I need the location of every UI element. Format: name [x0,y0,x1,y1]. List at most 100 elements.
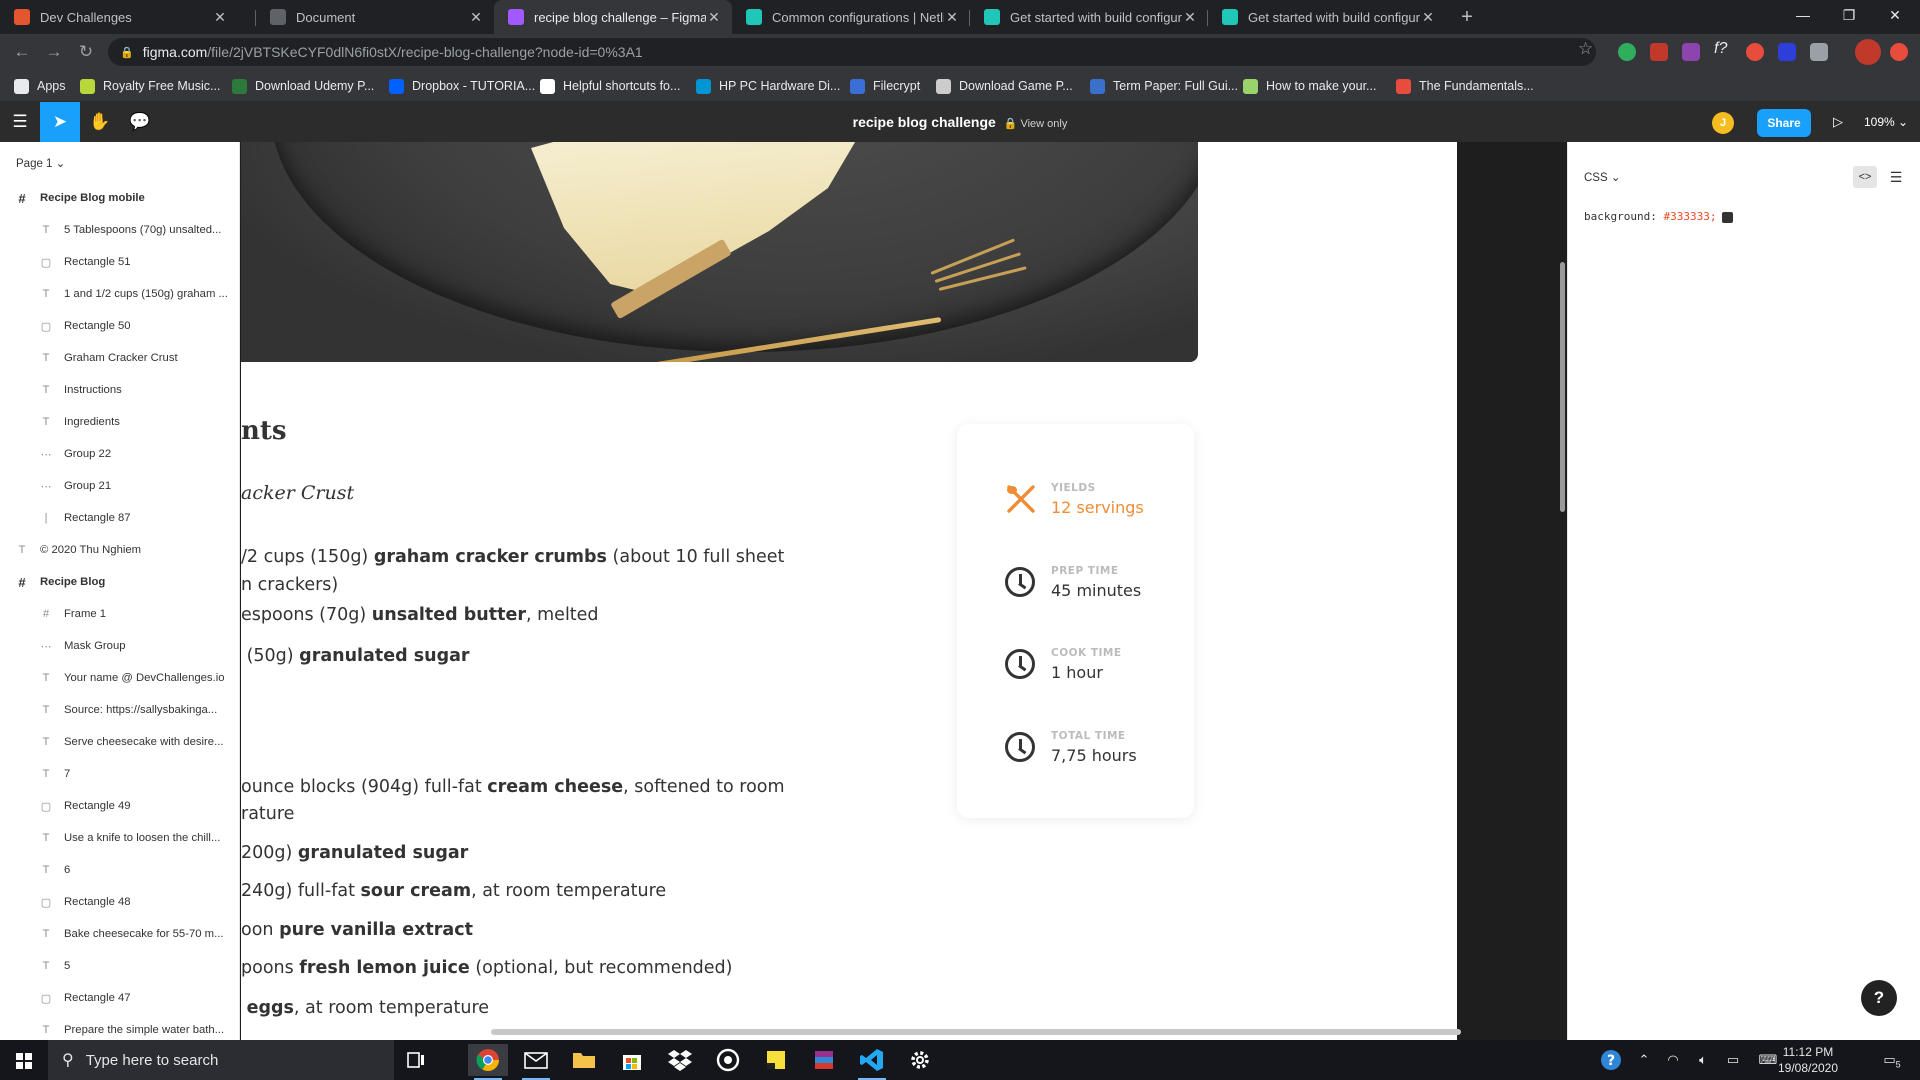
present-icon[interactable]: ▷ [1826,109,1850,135]
layer-row[interactable]: ▢ Rectangle 51 [0,246,239,278]
layer-row[interactable]: T Source: https://sallysbakinga... [0,694,239,726]
extension-icon[interactable] [1890,43,1908,61]
bookmark-item[interactable]: Download Udemy P... [232,77,374,95]
code-view-icon[interactable]: <> [1853,166,1877,188]
close-window-icon[interactable]: ✕ [1872,0,1918,32]
extension-icon[interactable] [1682,43,1700,61]
minimize-icon[interactable]: — [1780,0,1826,32]
tab-close-icon[interactable]: ✕ [1420,9,1436,26]
page-selector[interactable]: Page 1 ⌄ [16,156,65,170]
tab-close-icon[interactable]: ✕ [944,9,960,26]
task-view-icon[interactable] [396,1044,436,1076]
tab-close-icon[interactable]: ✕ [1182,9,1198,26]
browser-tab[interactable]: Common configurations | Netlify ✕ [732,0,970,34]
browser-tab[interactable]: Get started with build configurat ✕ [1208,0,1446,34]
layer-row[interactable]: ▢ Rectangle 47 [0,982,239,1014]
new-tab-button[interactable]: + [1454,4,1480,30]
layer-row[interactable]: T 5 Tablespoons (70g) unsalted... [0,214,239,246]
hand-tool-icon[interactable]: ✋ [80,102,120,142]
media-player-icon[interactable] [708,1044,748,1076]
bookmark-item[interactable]: How to make your... [1243,77,1376,95]
extension-icon[interactable] [1650,43,1668,61]
design-canvas[interactable]: nts acker Crust /2 cups (150g) graham cr… [241,142,1567,1040]
extension-icon[interactable] [1778,43,1796,61]
bookmark-item[interactable]: Apps [14,77,66,95]
layer-row[interactable]: T © 2020 Thu Nghiem [0,534,239,566]
profile-avatar[interactable] [1855,39,1881,65]
layer-row[interactable]: T 1 and 1/2 cups (150g) graham ... [0,278,239,310]
layer-row[interactable]: T Bake cheesecake for 55-70 m... [0,918,239,950]
wifi-icon[interactable]: ◠ [1660,1040,1686,1080]
extension-icon[interactable] [1618,43,1636,61]
bookmark-star-icon[interactable]: ☆ [1578,39,1593,59]
code-language-select[interactable]: CSS ⌄ [1584,170,1621,184]
bookmark-item[interactable]: Helpful shortcuts fo... [540,77,680,95]
layer-row[interactable]: T7 [0,758,239,790]
layer-row[interactable]: # Recipe Blog [0,566,239,598]
bookmark-item[interactable]: The Fundamentals... [1396,77,1534,95]
browser-tab[interactable]: Document ✕ [256,0,494,34]
browser-tab[interactable]: Get started with build configurat ✕ [970,0,1208,34]
dropbox-icon[interactable] [660,1044,700,1076]
layer-row[interactable]: # Recipe Blog mobile [0,182,239,214]
tab-close-icon[interactable]: ✕ [468,9,484,26]
layer-row[interactable]: T Graham Cracker Crust [0,342,239,374]
restore-icon[interactable]: ❐ [1826,0,1872,32]
move-tool-icon[interactable]: ➤ [40,102,80,142]
bookmark-item[interactable]: Royalty Free Music... [80,77,220,95]
layer-row[interactable]: T Ingredients [0,406,239,438]
settings-gear-icon[interactable] [900,1044,940,1076]
layer-row[interactable]: ⋯ Group 21 [0,470,239,502]
tab-close-icon[interactable]: ✕ [212,9,228,26]
system-clock[interactable]: 11:12 PM 19/08/2020 [1770,1044,1846,1076]
layer-row[interactable]: ▢ Rectangle 49 [0,790,239,822]
layer-row[interactable]: ▢ Rectangle 50 [0,310,239,342]
function-extension-icon[interactable]: f? [1714,40,1732,58]
layer-row[interactable]: T Your name @ DevChallenges.io [0,662,239,694]
zoom-dropdown[interactable]: 109% ⌄ [1864,109,1908,135]
bookmark-item[interactable]: Download Game P... [936,77,1073,95]
layer-row[interactable]: T6 [0,854,239,886]
store-icon[interactable] [612,1044,652,1076]
list-view-icon[interactable]: ☰ [1884,166,1908,188]
vscode-icon[interactable] [852,1044,892,1080]
layer-row[interactable]: ⋯ Mask Group [0,630,239,662]
winrar-icon[interactable] [804,1044,844,1076]
layer-row[interactable]: T Instructions [0,374,239,406]
extension-icon[interactable] [1746,43,1764,61]
file-explorer-icon[interactable] [564,1044,604,1076]
back-icon[interactable]: ← [10,40,34,64]
bookmark-item[interactable]: Filecrypt [850,77,920,95]
address-bar[interactable]: 🔒 figma.com/file/2jVBTSKeCYF0dlN6fi0stX/… [108,38,1596,66]
reload-icon[interactable]: ↻ [74,40,98,64]
bookmark-item[interactable]: Dropbox - TUTORIA... [389,77,535,95]
windows-start-icon[interactable] [0,1040,48,1080]
notifications-icon[interactable]: ▭5 [1872,1040,1912,1080]
bookmark-item[interactable]: HP PC Hardware Di... [696,77,840,95]
browser-tab[interactable]: Dev Challenges ✕ [0,0,238,34]
taskbar-search-input[interactable]: ⚲ Type here to search [48,1040,394,1080]
layer-row[interactable]: T Serve cheesecake with desire... [0,726,239,758]
help-tray-icon[interactable]: ? [1596,1040,1626,1080]
comment-tool-icon[interactable]: 💬 [120,102,160,142]
chrome-taskbar-icon[interactable] [468,1044,508,1080]
user-avatar[interactable]: J [1712,112,1734,134]
horizontal-scrollbar[interactable] [491,1029,1461,1035]
chevron-up-icon[interactable]: ⌃ [1632,1040,1656,1080]
vertical-scrollbar[interactable] [1560,262,1565,512]
sticky-notes-icon[interactable] [756,1044,796,1076]
tab-close-icon[interactable]: ✕ [706,9,722,26]
main-menu-icon[interactable]: ☰ [0,102,40,142]
network-icon[interactable]: ▭ [1720,1040,1746,1080]
browser-tab[interactable]: recipe blog challenge – Figma ✕ [494,0,732,34]
extension-icon[interactable] [1810,43,1828,61]
layer-row[interactable]: | Rectangle 87 [0,502,239,534]
bookmark-item[interactable]: Term Paper: Full Gui... [1090,77,1238,95]
layer-row[interactable]: T5 [0,950,239,982]
layer-row[interactable]: ▢ Rectangle 48 [0,886,239,918]
forward-icon[interactable]: → [42,40,66,64]
layer-row[interactable]: T Prepare the simple water bath... [0,1014,239,1040]
layer-row[interactable]: ⋯ Group 22 [0,438,239,470]
share-button[interactable]: Share [1757,109,1811,137]
layer-row[interactable]: # Frame 1 [0,598,239,630]
